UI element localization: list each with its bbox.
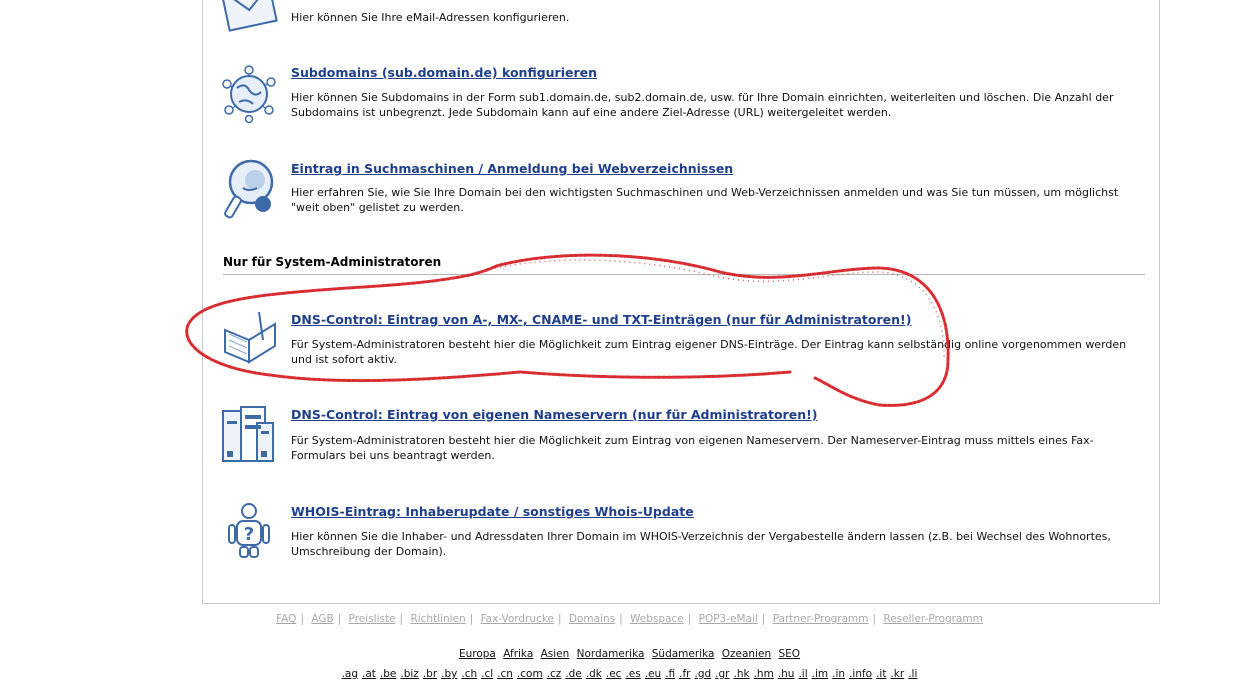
tld-link[interactable]: .es [625,668,640,680]
nameserver-link[interactable]: DNS-Control: Eintrag von eigenen Nameser… [291,407,818,422]
entry-nameserver-desc: Für System-Administratoren besteht hier … [291,434,1094,462]
tld-link[interactable]: .li [908,668,917,680]
footer-link-webspace[interactable]: Webspace [630,613,684,625]
region-afrika[interactable]: Afrika [503,648,533,660]
tld-link[interactable]: .by [441,668,457,680]
tld-link[interactable]: .ec [606,668,622,680]
region-seo[interactable]: SEO [778,648,800,660]
footer-link-fax-vordrucke[interactable]: Fax-Vordrucke [481,613,554,625]
tld-link[interactable]: .kr [890,668,904,680]
footer-link-preisliste[interactable]: Preisliste [349,613,396,625]
tld-link[interactable]: .br [423,668,437,680]
tld-link[interactable]: .cn [497,668,513,680]
tld-link[interactable]: .gd [695,668,712,680]
footer-link-reseller[interactable]: Reseller-Programm [883,613,982,625]
server-icon[interactable] [219,405,279,467]
tld-link[interactable]: .be [380,668,396,680]
person-question-icon[interactable]: ? [219,501,279,563]
tld-link[interactable]: .cz [547,668,562,680]
region-suedamerika[interactable]: Südamerika [652,648,715,660]
tld-link[interactable]: .hk [734,668,750,680]
tld-link[interactable]: .com [517,668,543,680]
section-title-admins: Nur für System-Administratoren [223,255,442,269]
region-asien[interactable]: Asien [541,648,570,660]
tld-link[interactable]: .im [812,668,828,680]
whois-link[interactable]: WHOIS-Eintrag: Inhaberupdate / sonstiges… [291,504,694,519]
tld-link[interactable]: .fi [665,668,675,680]
footer-link-agb[interactable]: AGB [311,613,333,625]
entry-email-desc: Hier können Sie Ihre eMail-Adressen konf… [291,11,570,24]
subdomains-link[interactable]: Subdomains (sub.domain.de) konfigurieren [291,65,597,80]
content-panel: Hier können Sie Ihre eMail-Adressen konf… [202,0,1160,604]
tld-link[interactable]: .in [832,668,845,680]
magnifier-globe-icon[interactable] [219,158,279,220]
tld-link[interactable]: .ag [342,668,358,680]
tld-link[interactable]: .il [798,668,807,680]
tld-link[interactable]: .eu [645,668,661,680]
tld-link[interactable]: .it [876,668,886,680]
region-ozeanien[interactable]: Ozeanien [722,648,771,660]
entry-search-engines-desc: Hier erfahren Sie, wie Sie Ihre Domain b… [291,186,1119,214]
entry-dns-control-desc: Für System-Administratoren besteht hier … [291,338,1127,366]
tld-link[interactable]: .ch [461,668,477,680]
book-icon[interactable] [219,310,279,372]
search-engines-link[interactable]: Eintrag in Suchmaschinen / Anmeldung bei… [291,161,733,176]
entry-whois-desc: Hier können Sie die Inhaber- und Adressd… [291,530,1111,558]
tld-link[interactable]: .de [565,668,581,680]
tld-link[interactable]: .cl [481,668,493,680]
tld-link[interactable]: .biz [400,668,418,680]
tld-link[interactable]: .hm [754,668,774,680]
section-divider [223,274,1145,275]
tld-link[interactable]: .info [849,668,872,680]
footer-tld-list: .ag .at .be .biz .br .by .ch .cl .cn .com .cz .de .d… [0,668,1259,680]
dns-control-link[interactable]: DNS-Control: Eintrag von A-, MX-, CNAME-… [291,312,911,327]
globe-network-icon[interactable] [219,64,279,126]
footer-link-pop3-email[interactable]: POP3-eMail [699,613,758,625]
tld-link[interactable]: .at [362,668,376,680]
footer-nav: FAQ | AGB | Preisliste | Richtlinien | Fax-V… [276,613,983,625]
footer-link-partner[interactable]: Partner-Programm [773,613,869,625]
entry-subdomains-desc: Hier können Sie Subdomains in der Form s… [291,91,1114,119]
tld-link[interactable]: .fr [679,668,690,680]
footer-link-faq[interactable]: FAQ [276,613,296,625]
tld-link[interactable]: .dk [586,668,602,680]
region-nordamerika[interactable]: Nordamerika [577,648,645,660]
svg-text:?: ? [244,524,254,545]
envelope-icon[interactable] [219,0,279,42]
footer-regions: Europa Afrika Asien Nordamerika Südameri… [0,648,1259,660]
footer-link-richtlinien[interactable]: Richtlinien [410,613,465,625]
footer-link-domains[interactable]: Domains [569,613,615,625]
tld-link[interactable]: .gr [715,668,729,680]
region-europa[interactable]: Europa [459,648,496,660]
tld-link[interactable]: .hu [778,668,795,680]
